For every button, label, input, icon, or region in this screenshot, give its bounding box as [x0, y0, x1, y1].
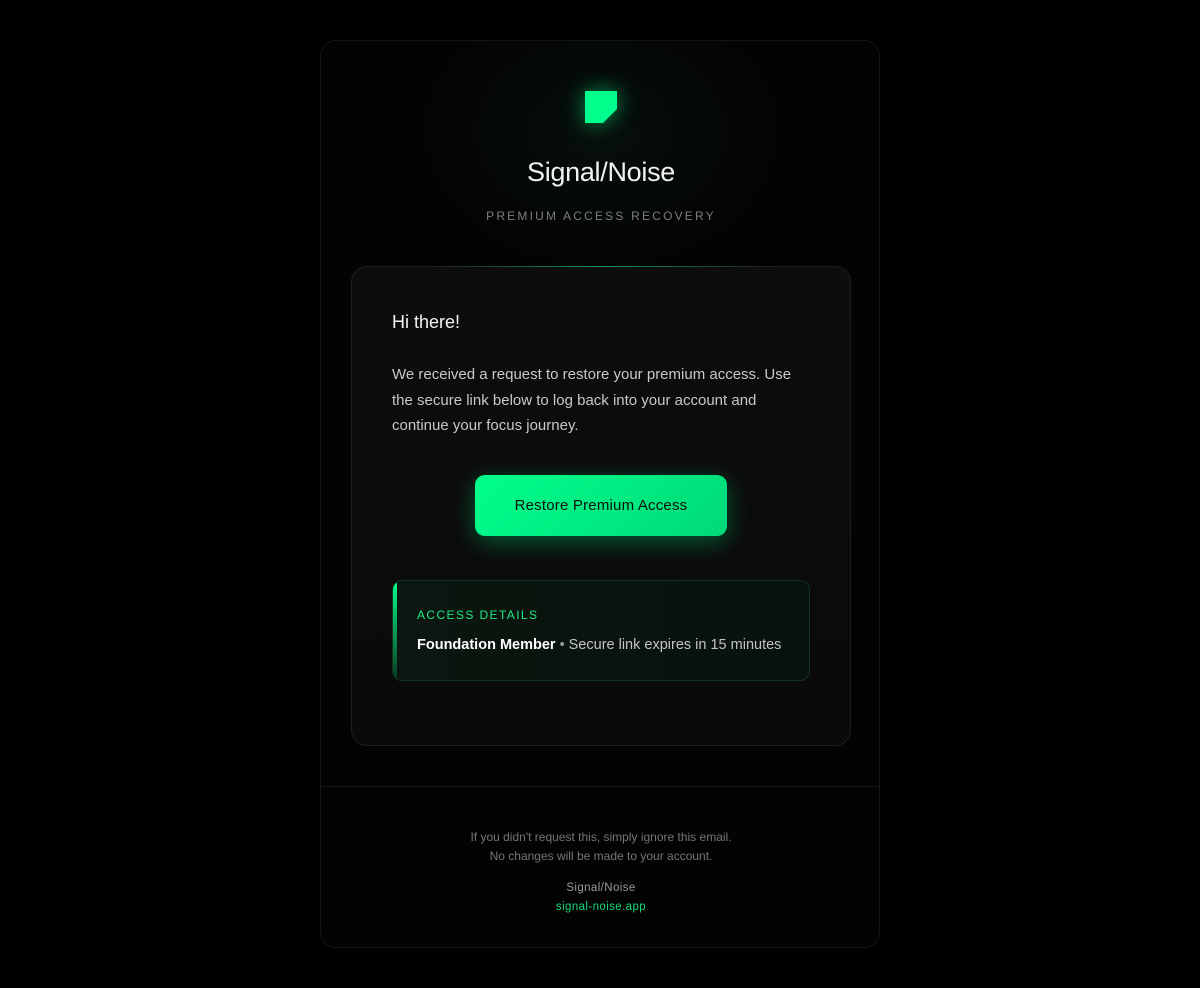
footer-link-row: signal-noise.app	[321, 901, 879, 913]
access-details-panel: ACCESS DETAILS Foundation Member • Secure …	[392, 580, 810, 681]
footer-brand: Signal/Noise	[566, 882, 636, 894]
email-container: Signal/Noise PREMIUM ACCESS RECOVERY Hi …	[320, 40, 880, 948]
footer-note-line-1: If you didn't request this, simply ignor…	[470, 830, 732, 844]
footer-note: If you didn't request this, simply ignor…	[321, 828, 879, 866]
footer-divider	[321, 786, 879, 787]
access-details-line: Foundation Member • Secure link expires in…	[417, 637, 781, 653]
details-accent-bar	[393, 581, 397, 680]
access-details-label: ACCESS DETAILS	[417, 608, 539, 622]
signal-tag-icon	[585, 91, 617, 123]
website-link[interactable]: signal-noise.app	[556, 901, 646, 913]
restore-premium-access-button[interactable]: Restore Premium Access	[475, 475, 727, 536]
message-body: We received a request to restore your pr…	[392, 366, 792, 434]
details-separator: •	[559, 637, 565, 653]
brand-title: Signal/Noise	[527, 157, 675, 187]
brand-subtitle: PREMIUM ACCESS RECOVERY	[486, 209, 716, 223]
footer-note-line-2: No changes will be made to your account.	[489, 849, 713, 863]
membership-tier: Foundation Member	[417, 637, 556, 653]
message-card: Hi there! We received a request to resto…	[351, 266, 851, 746]
link-expiry-text: Secure link expires in 15 minutes	[568, 637, 782, 653]
card-accent-line	[432, 266, 772, 267]
greeting: Hi there!	[392, 312, 461, 332]
